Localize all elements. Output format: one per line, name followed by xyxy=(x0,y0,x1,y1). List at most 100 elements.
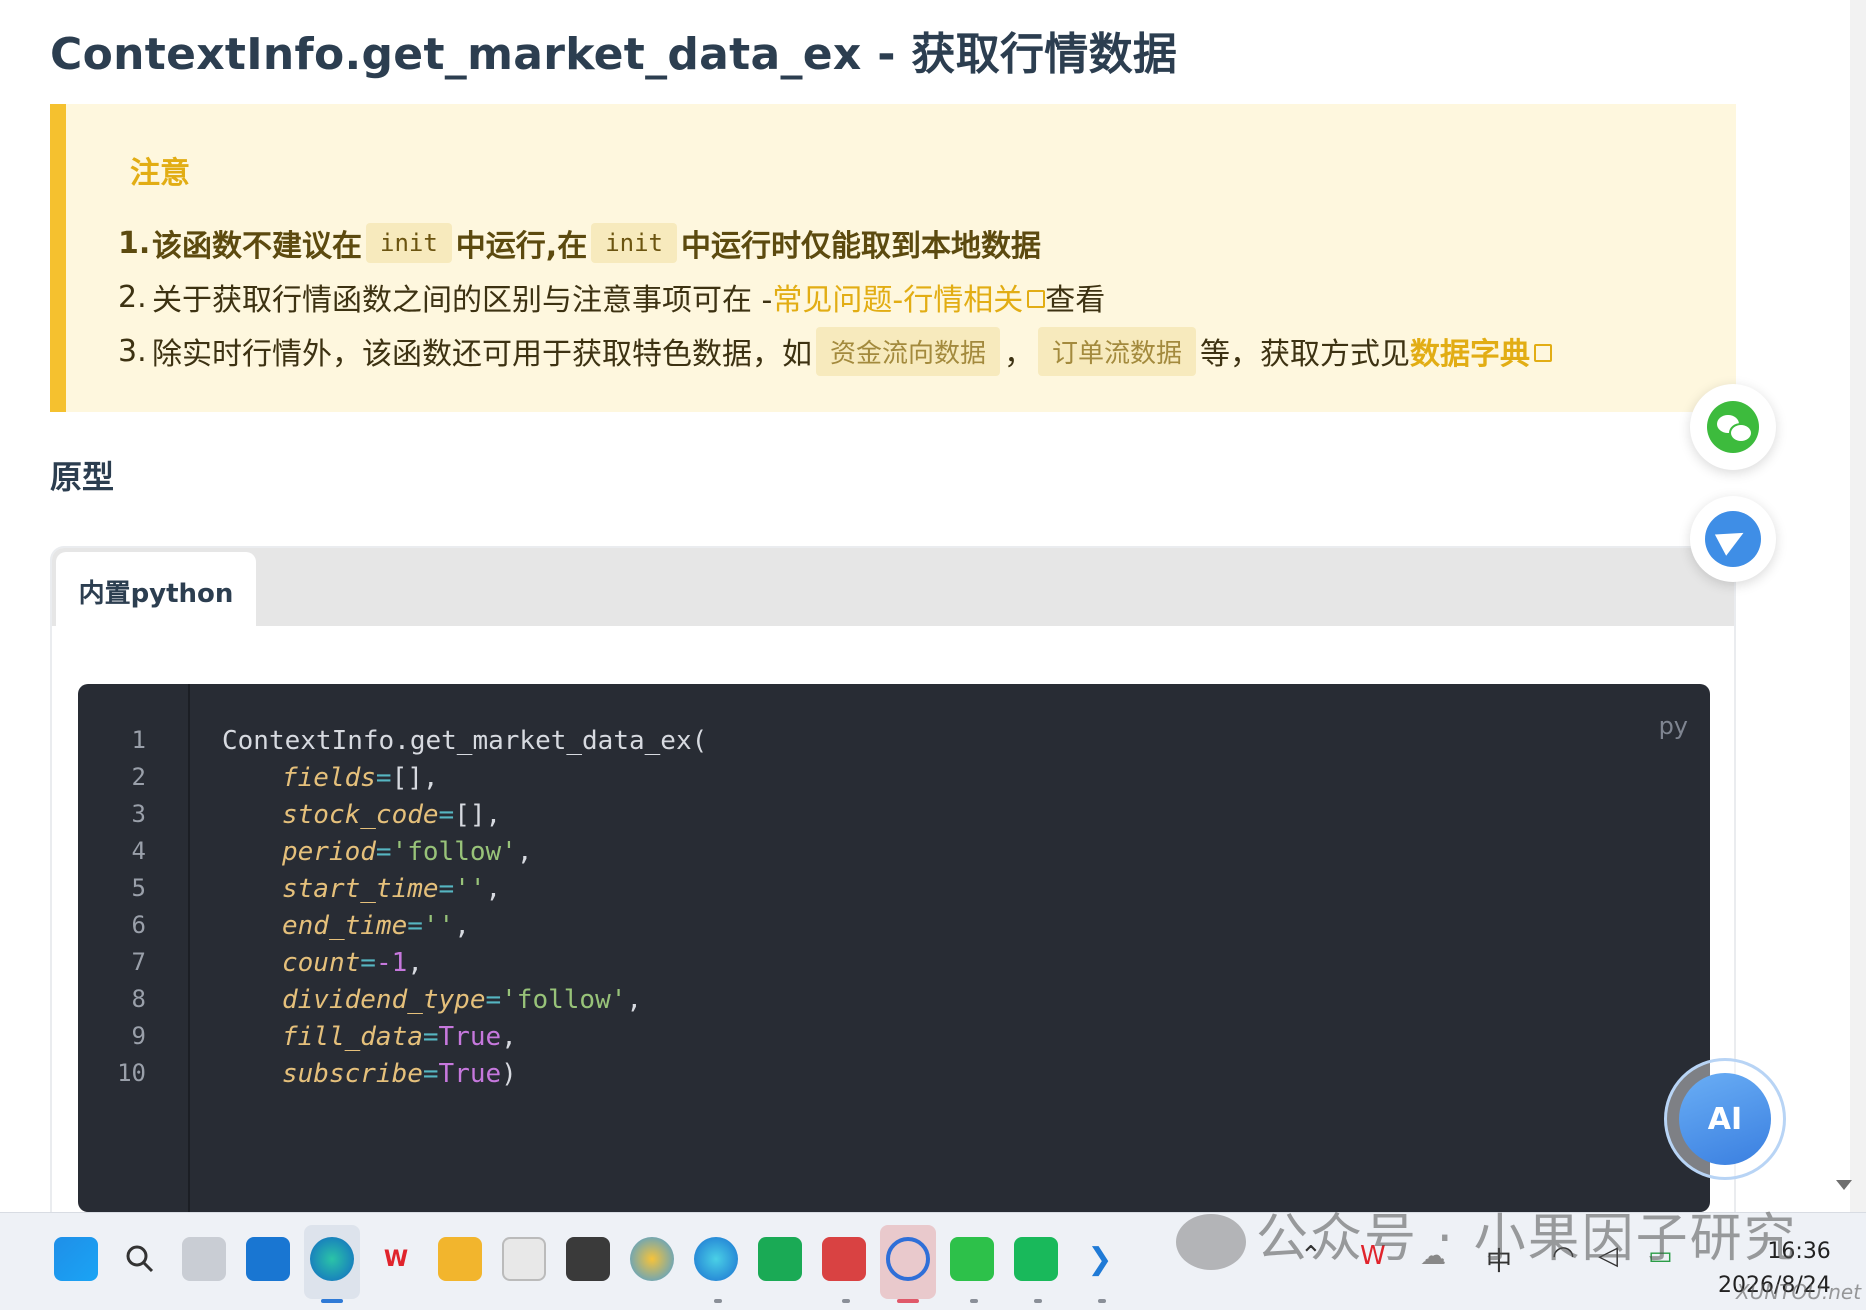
paint-icon[interactable] xyxy=(630,1237,674,1281)
running-indicator xyxy=(1034,1299,1042,1303)
warning-text: 中运行,在 xyxy=(455,229,588,264)
operator: = xyxy=(438,800,455,830)
line-number: 4 xyxy=(131,837,146,865)
warning-text: 该函数不建议在 xyxy=(152,229,362,264)
code-line: period='follow', xyxy=(222,837,532,867)
data-dictionary-link[interactable]: 数据字典 xyxy=(1410,329,1553,373)
store-icon[interactable] xyxy=(502,1237,546,1281)
param-name: fill_data xyxy=(282,1022,423,1052)
tag-order-flow: 订单流数据 xyxy=(1038,326,1197,376)
operator: = xyxy=(375,837,392,867)
telegram-share-button[interactable] xyxy=(1690,496,1776,582)
external-link-icon xyxy=(1534,344,1553,362)
line-number: 8 xyxy=(131,985,146,1013)
punct: , xyxy=(407,948,423,978)
app-green-icon[interactable] xyxy=(758,1237,802,1281)
param-name: dividend_type xyxy=(282,985,486,1015)
warning-text: 等，获取方式见 xyxy=(1200,337,1411,372)
code-line: start_time='', xyxy=(222,874,501,904)
wechat-watermark-icon xyxy=(1176,1214,1246,1270)
app-red-icon[interactable] xyxy=(822,1237,866,1281)
param-value: True xyxy=(438,1022,502,1052)
operator: = xyxy=(422,1059,439,1089)
faq-market-link[interactable]: 常见问题-行情相关 xyxy=(772,275,1046,319)
param-value: [] xyxy=(454,800,486,830)
code-line: subscribe=True) xyxy=(222,1059,517,1089)
app-search-icon[interactable] xyxy=(886,1237,930,1281)
code-language-label: py xyxy=(1658,712,1688,740)
wps-icon[interactable]: W xyxy=(374,1237,418,1281)
line-number: 3 xyxy=(131,800,146,828)
warning-title: 注意 xyxy=(130,156,190,191)
warning-item-1: 1. 该函数不建议在 init 中运行,在 init 中运行时仅能取到本地数据 xyxy=(118,216,1552,270)
separator: ， xyxy=(1004,337,1035,372)
param-name: start_time xyxy=(282,874,439,904)
task-view-icon[interactable] xyxy=(182,1237,226,1281)
page-scrollbar[interactable] xyxy=(1850,0,1866,1212)
param-value: '' xyxy=(454,874,486,904)
tab-bar: 内置python xyxy=(52,548,1734,630)
line-number: 1 xyxy=(131,726,146,754)
outlook-icon[interactable] xyxy=(246,1237,290,1281)
chat-icon[interactable] xyxy=(1014,1237,1058,1281)
ai-assistant-button[interactable]: AI xyxy=(1664,1058,1786,1180)
watermark-text: 公众号 · 小果因子研究 xyxy=(1256,1209,1798,1269)
vscode-icon[interactable]: ❯ xyxy=(1078,1237,1122,1281)
inline-code-init: init xyxy=(366,223,452,263)
wechat-icon[interactable] xyxy=(950,1237,994,1281)
search-icon[interactable] xyxy=(118,1237,162,1281)
line-number: 5 xyxy=(131,874,146,902)
code-line: fill_data=True, xyxy=(222,1022,517,1052)
tab-builtin-python[interactable]: 内置python xyxy=(56,552,256,630)
warning-callout: 注意 1. 该函数不建议在 init 中运行,在 init 中运行时仅能取到本地… xyxy=(50,104,1736,412)
terminal-icon[interactable] xyxy=(566,1237,610,1281)
start-icon[interactable] xyxy=(54,1237,98,1281)
link-text[interactable]: 数据字典 xyxy=(1410,337,1530,372)
code-line: ContextInfo.get_market_data_ex( xyxy=(222,726,708,756)
line-numbers: 1 2 3 4 5 6 7 8 9 10 xyxy=(78,684,190,1212)
punct: , xyxy=(485,874,502,904)
code-line: dividend_type='follow', xyxy=(222,985,642,1015)
code-line: end_time='', xyxy=(222,911,470,941)
line-number: 6 xyxy=(131,911,146,939)
punct: , xyxy=(422,763,439,793)
operator: = xyxy=(375,763,392,793)
param-name: fields xyxy=(282,763,376,793)
link-text[interactable]: 常见问题-行情相关 xyxy=(772,283,1023,318)
param-value: 'follow' xyxy=(391,837,517,867)
code-line: fields=[], xyxy=(222,763,439,793)
file-explorer-icon[interactable] xyxy=(438,1237,482,1281)
doc-page: ContextInfo.get_market_data_ex - 获取行情数据 … xyxy=(0,0,1866,1212)
punct: ) xyxy=(501,1059,517,1089)
line-number: 10 xyxy=(117,1059,146,1087)
line-number: 2 xyxy=(131,763,146,791)
operator: = xyxy=(360,948,376,978)
tag-fund-flow: 资金流向数据 xyxy=(816,326,1001,376)
param-value: -1 xyxy=(375,948,408,978)
active-indicator xyxy=(321,1299,343,1303)
list-number: 3. xyxy=(118,333,147,369)
operator: = xyxy=(485,985,502,1015)
warning-text: 关于获取行情函数之间的区别与注意事项可在 - xyxy=(152,283,773,318)
param-name: period xyxy=(282,837,376,867)
param-name: count xyxy=(282,948,361,978)
punct: , xyxy=(485,800,502,830)
external-link-icon xyxy=(1027,290,1046,308)
edge-icon[interactable] xyxy=(310,1237,354,1281)
line-number: 9 xyxy=(131,1022,146,1050)
warning-item-3: 3. 除实时行情外，该函数还可用于获取特色数据，如 资金流向数据 ， 订单流数据… xyxy=(118,324,1553,378)
running-indicator xyxy=(714,1299,722,1303)
edge-ai-icon[interactable] xyxy=(694,1237,738,1281)
running-indicator xyxy=(1098,1299,1106,1303)
warning-text: 中运行时仅能取到本地数据 xyxy=(681,229,1041,264)
ai-label: AI xyxy=(1679,1073,1771,1165)
param-value: 'follow' xyxy=(501,985,627,1015)
param-name: end_time xyxy=(282,911,408,941)
wechat-share-button[interactable] xyxy=(1690,384,1776,470)
code-line: stock_code=[], xyxy=(222,800,501,830)
scroll-down-arrow-icon[interactable] xyxy=(1836,1180,1852,1190)
corner-watermark: XUNTOU.net xyxy=(1736,1280,1862,1304)
punct: , xyxy=(516,837,533,867)
active-indicator xyxy=(897,1299,919,1303)
code-block: 1 2 3 4 5 6 7 8 9 10 py ContextInfo.get_… xyxy=(78,684,1710,1212)
